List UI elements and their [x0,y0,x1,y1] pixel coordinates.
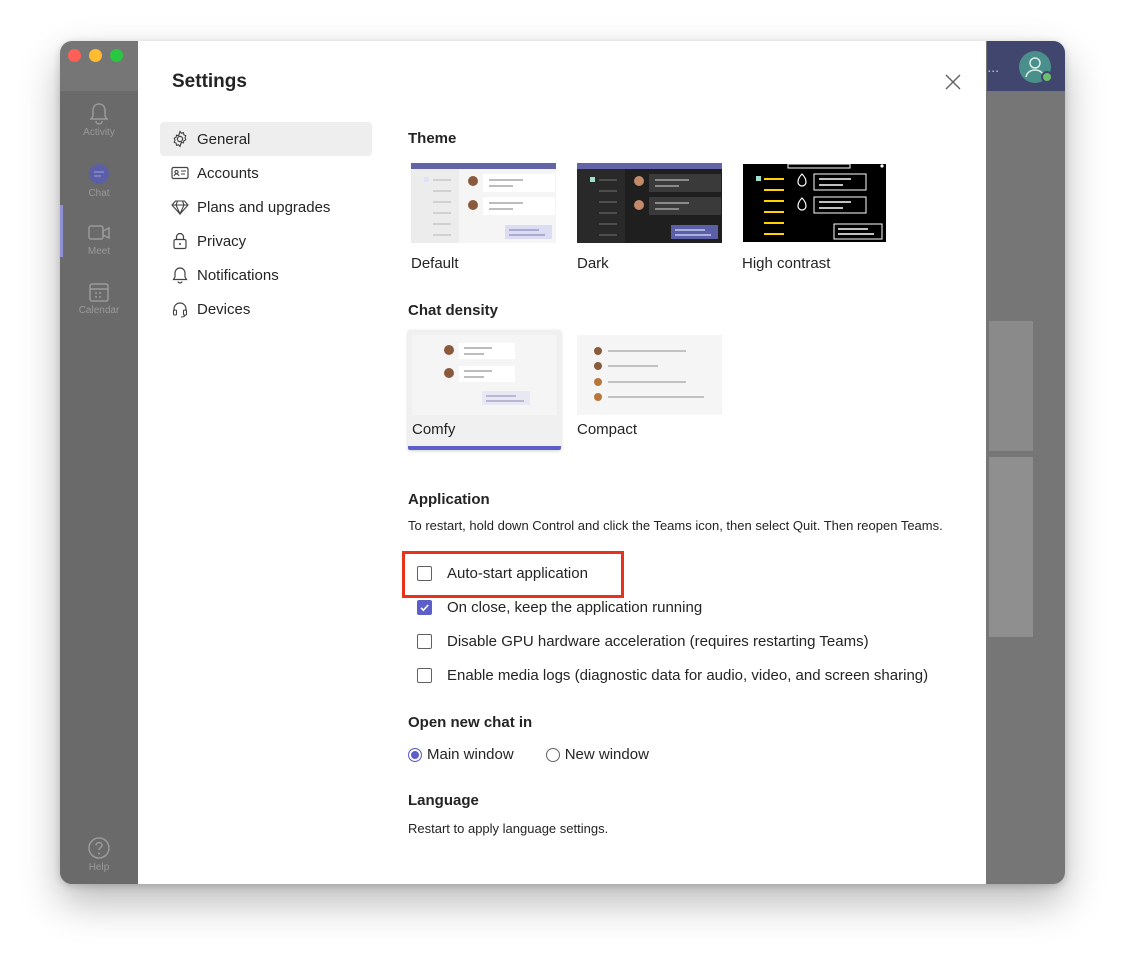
density-comfy-label: Comfy [412,421,456,438]
window-minimize-dot[interactable] [89,49,102,62]
rail-label: Help [88,862,110,873]
rail-item-meet[interactable]: Meet [60,222,138,257]
nav-item-notifications[interactable]: Notifications [160,258,372,292]
option-media-logs[interactable]: Enable media logs (diagnostic data for a… [417,664,928,686]
nav-label: Notifications [197,266,279,284]
rail-item-activity[interactable]: Activity [60,101,138,138]
rail-item-help[interactable]: Help [60,836,138,873]
lock-icon [171,232,189,250]
keep-running-checkbox[interactable] [417,599,432,615]
nav-label: Plans and upgrades [197,198,331,216]
radio-main-window[interactable]: Main window [408,746,514,763]
density-comfy-thumbnail [412,335,557,415]
close-icon [945,74,961,90]
language-heading: Language [408,792,479,809]
nav-item-devices[interactable]: Devices [160,292,372,326]
chat-icon [89,164,109,184]
highlight-annotation-box [402,551,624,598]
density-heading: Chat density [408,302,499,319]
theme-high-contrast-label: High contrast [742,255,831,272]
theme-dark-label: Dark [577,255,609,272]
option-label: Disable GPU hardware acceleration (requi… [447,632,869,650]
background-card [989,457,1033,637]
nav-label: General [197,130,251,148]
density-selected-indicator [408,446,561,450]
radio-new-window[interactable]: New window [545,746,649,763]
presence-badge [1041,71,1053,83]
rail-label: Chat [88,188,110,199]
headset-icon [171,300,189,318]
diamond-icon [171,198,189,216]
title-bar-right: ... [987,41,1065,91]
window-zoom-dot[interactable] [110,49,123,62]
option-label: On close, keep the application running [447,598,703,616]
nav-item-general[interactable]: General [160,122,372,156]
theme-dark-thumbnail[interactable] [577,163,722,243]
bell-icon [89,103,109,125]
language-description: Restart to apply language settings. [408,821,609,836]
bell-icon [171,266,189,284]
radio-label: New window [564,746,649,763]
theme-heading: Theme [408,130,457,147]
nav-item-plans[interactable]: Plans and upgrades [160,190,372,224]
help-icon [88,837,110,859]
id-card-icon [171,164,189,182]
rail-item-chat[interactable]: Chat [60,162,138,199]
application-heading: Application [408,491,490,508]
nav-label: Devices [197,300,251,318]
media-logs-checkbox[interactable] [417,667,432,683]
window-close-dot[interactable] [68,49,81,62]
theme-default-thumbnail[interactable] [411,163,556,243]
settings-dialog: Settings General Accounts Plans and upgr… [138,41,986,884]
open-chat-heading: Open new chat in [408,714,533,731]
checkmark-icon [420,603,429,611]
theme-high-contrast-thumbnail[interactable] [742,163,887,243]
theme-default-label: Default [411,255,459,272]
radio-label: Main window [427,746,514,763]
gear-icon [171,130,189,148]
rail-label: Calendar [78,305,120,316]
density-compact-card[interactable]: Compact [577,335,722,445]
nav-item-accounts[interactable]: Accounts [160,156,372,190]
option-disable-gpu[interactable]: Disable GPU hardware acceleration (requi… [417,630,869,652]
option-keep-running[interactable]: On close, keep the application running [417,596,702,618]
density-comfy-card[interactable]: Comfy [408,330,561,450]
open-chat-options: Main window New window [408,746,649,763]
dialog-title: Settings [172,71,247,92]
video-icon [88,225,110,240]
density-compact-thumbnail [577,335,722,415]
disable-gpu-checkbox[interactable] [417,633,432,649]
nav-label: Accounts [197,164,259,182]
rail-label: Activity [83,127,115,138]
application-description: To restart, hold down Control and click … [408,518,943,533]
rail-item-calendar[interactable]: Calendar [60,281,138,316]
background-card [989,321,1033,451]
main-window-radio[interactable] [408,747,422,762]
more-icon[interactable]: ... [987,59,999,75]
app-rail: Activity Chat Meet Calendar Help [60,91,138,884]
close-button[interactable] [942,71,964,93]
nav-label: Privacy [197,232,247,250]
rail-label: Meet [87,246,111,257]
new-window-radio[interactable] [545,747,560,762]
density-compact-label: Compact [577,421,638,438]
settings-nav: General Accounts Plans and upgrades Priv… [160,122,372,326]
option-label: Enable media logs (diagnostic data for a… [447,666,929,684]
nav-item-privacy[interactable]: Privacy [160,224,372,258]
calendar-icon [89,283,109,302]
